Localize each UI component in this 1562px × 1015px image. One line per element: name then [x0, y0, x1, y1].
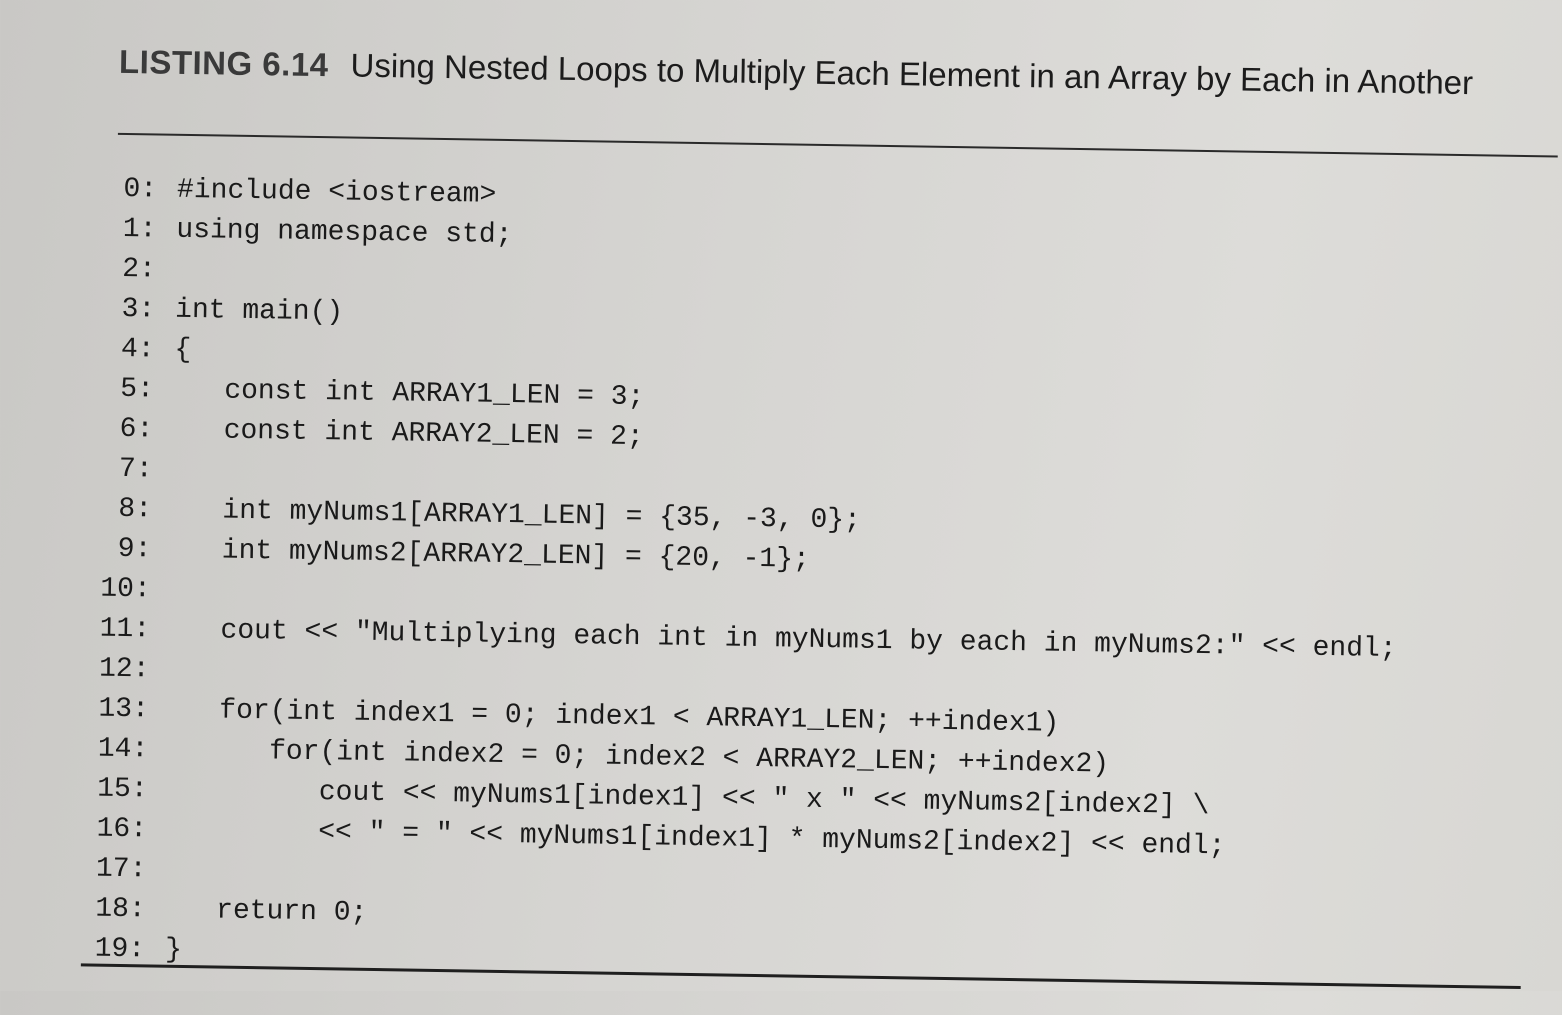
code-text: int main() [175, 295, 343, 329]
top-rule [118, 133, 1558, 158]
code-listing: 0: #include <iostream> 1: using namespace s… [81, 169, 1404, 989]
code-text: const int ARRAY2_LEN = 2; [173, 415, 644, 453]
line-number: 15: [83, 769, 148, 810]
code-text: { [174, 335, 191, 366]
line-number: 13: [85, 689, 150, 730]
listing-caption: LISTING 6.14 Using Nested Loops to Multip… [119, 40, 1480, 104]
code-text: #include <iostream> [177, 175, 497, 211]
code-text: int myNums2[ARRAY2_LEN] = {20, -1}; [171, 535, 810, 576]
line-number: 2: [91, 249, 156, 290]
line-number: 14: [84, 729, 149, 770]
line-number: 5: [90, 369, 155, 410]
line-number: 7: [88, 449, 153, 490]
line-number: 9: [87, 529, 152, 570]
code-text: using namespace std; [176, 215, 513, 251]
line-number: 11: [86, 609, 151, 650]
line-number: 6: [89, 409, 154, 450]
line-number: 0: [93, 169, 158, 210]
listing-title: Using Nested Loops to Multiply Each Elem… [350, 47, 1473, 102]
line-number: 16: [83, 809, 148, 850]
line-number: 18: [81, 889, 146, 930]
line-number: 8: [88, 489, 153, 530]
line-number: 12: [85, 649, 150, 690]
line-number: 4: [90, 329, 155, 370]
code-text: } [165, 935, 182, 966]
listing-label: LISTING 6.14 [119, 43, 329, 83]
book-page: LISTING 6.14 Using Nested Loops to Multip… [0, 0, 1562, 1015]
code-text: const int ARRAY1_LEN = 3; [174, 375, 645, 413]
line-number: 10: [86, 569, 151, 610]
code-text: return 0; [165, 895, 367, 929]
code-text: int myNums1[ARRAY1_LEN] = {35, -3, 0}; [172, 495, 861, 537]
line-number: 17: [82, 849, 147, 890]
line-number: 3: [91, 289, 156, 330]
line-number: 1: [92, 209, 157, 250]
